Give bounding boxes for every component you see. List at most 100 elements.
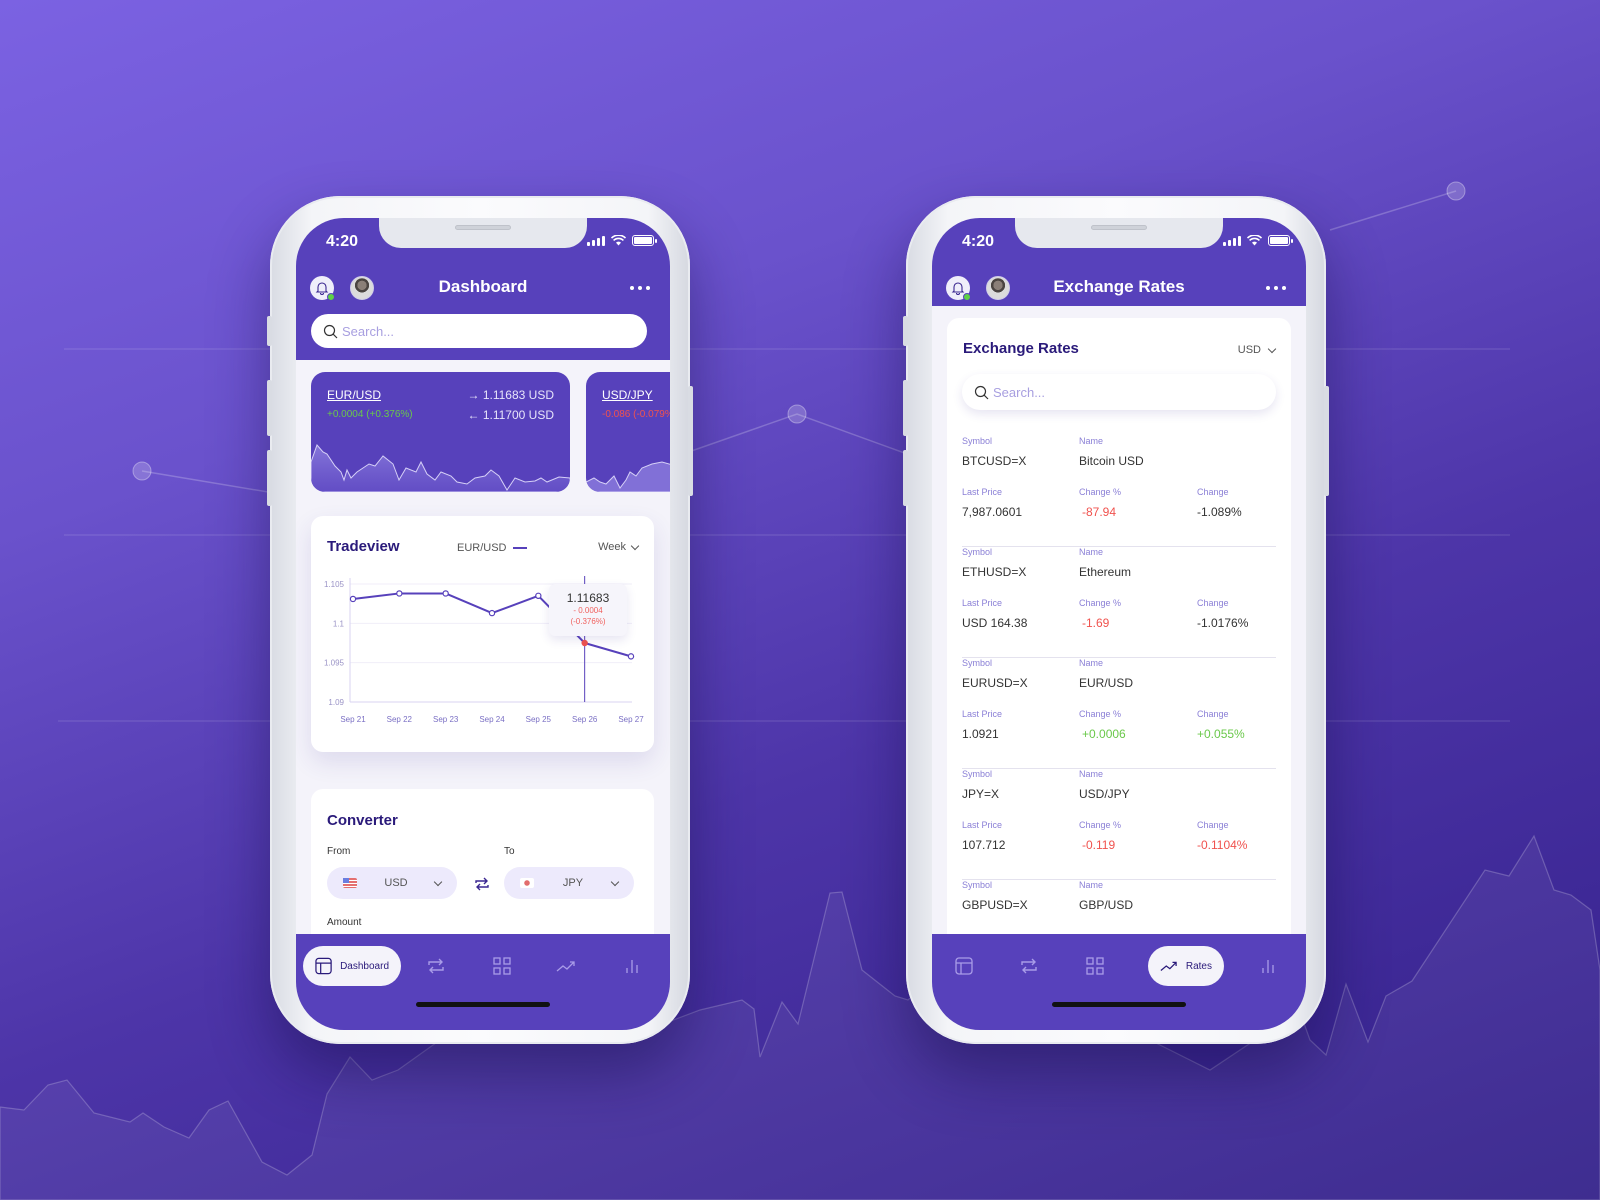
change-pct-value: -0.119	[1082, 838, 1116, 852]
chevron-down-icon	[433, 877, 443, 886]
x-tick-label: Sep 22	[387, 715, 413, 724]
change-label: Change	[1197, 820, 1229, 830]
name-label: Name	[1079, 547, 1104, 557]
y-tick-label: 1.1	[333, 619, 345, 628]
tooltip-change: - 0.0004	[573, 606, 603, 615]
change-pct-label: Change %	[1079, 709, 1122, 719]
change-pct-label: Change %	[1079, 487, 1122, 497]
name-value: Ethereum	[1079, 565, 1132, 579]
change-value: -1.089%	[1197, 505, 1242, 519]
y-tick-label: 1.09	[328, 698, 344, 707]
last-price-value: 1.0921	[962, 727, 999, 741]
signal-icon	[587, 235, 605, 246]
name-value: GBP/USD	[1079, 898, 1134, 912]
search-input[interactable]	[342, 323, 618, 339]
currency-dropdown[interactable]: USD	[1237, 344, 1277, 356]
tooltip-value: 1.11683	[566, 591, 610, 605]
last-price-label: Last Price	[962, 598, 1003, 608]
symbol-value: EURUSD=X	[962, 676, 1028, 690]
nav-stats[interactable]	[620, 946, 644, 986]
nav-dashboard[interactable]: Dashboard	[303, 946, 401, 986]
more-options-button[interactable]	[630, 286, 650, 290]
rate-row[interactable]: Symbol BTCUSD=X Name Bitcoin USD Last Price 7…	[962, 436, 1276, 547]
wifi-icon	[611, 235, 626, 246]
home-indicator[interactable]	[1052, 1002, 1186, 1007]
home-indicator[interactable]	[416, 1002, 550, 1007]
data-point	[488, 609, 496, 617]
bottom-nav: Rates	[932, 934, 1306, 1030]
change-value: -1.0176%	[1197, 616, 1249, 630]
nav-dashboard[interactable]	[952, 946, 976, 986]
nav-rates[interactable]	[554, 946, 578, 986]
nav-grid[interactable]	[1083, 946, 1107, 986]
y-tick-label: 1.095	[324, 659, 345, 668]
search-input[interactable]	[993, 384, 1250, 400]
search-field[interactable]	[962, 374, 1276, 410]
chevron-down-icon	[1267, 344, 1277, 353]
nav-exchange[interactable]	[424, 946, 448, 986]
rates-title: Exchange Rates	[963, 340, 1079, 357]
chart-legend: EUR/USD	[457, 542, 527, 554]
pair-name[interactable]: USD/JPY	[602, 388, 653, 402]
y-tick-label: 1.105	[324, 580, 345, 589]
trending-up-icon	[556, 961, 575, 972]
bar-chart-icon	[1262, 960, 1274, 973]
grid-icon	[1086, 957, 1104, 975]
converter-title: Converter	[327, 812, 398, 829]
pair-change: +0.0004 (+0.376%)	[327, 409, 413, 420]
pair-card-eurusd[interactable]: EUR/USD +0.0004 (+0.376%) → 1.11683 USD …	[311, 372, 570, 492]
nav-label: Dashboard	[340, 960, 389, 972]
bar-chart-icon	[626, 960, 638, 973]
nav-exchange[interactable]	[1017, 946, 1041, 986]
change-pct-label: Change %	[1079, 598, 1122, 608]
name-value: Bitcoin USD	[1079, 454, 1144, 468]
dashboard-icon	[955, 957, 973, 975]
exchange-icon	[428, 958, 444, 974]
change-value: +0.055%	[1197, 727, 1245, 741]
currency-label: USD	[1237, 344, 1261, 356]
phone-dashboard: 4:20 Dashboard Search... EUR/USD +0.0004…	[267, 196, 693, 1044]
symbol-value: BTCUSD=X	[962, 454, 1027, 468]
tradeview-card: Tradeview EUR/USD Week 1.105 1.1 1.095 1.09…	[311, 516, 654, 752]
pair-card-usdjpy[interactable]: USD/JPY -0.086 (-0.079%)	[586, 372, 670, 492]
symbol-label: Symbol	[962, 658, 993, 668]
to-currency-select[interactable]: JPY	[504, 867, 634, 899]
sparkline-eurusd	[311, 444, 570, 492]
notch	[1015, 218, 1223, 248]
legend-swatch	[512, 547, 527, 549]
sparkline-usdjpy	[586, 461, 670, 492]
x-tick-label: Sep 24	[479, 715, 505, 724]
chevron-down-icon	[630, 541, 640, 550]
data-point	[535, 592, 542, 599]
rate-row[interactable]: Symbol ETHUSD=X Name Ethereum Last Price USD …	[962, 547, 1276, 658]
rate-row[interactable]: Symbol JPY=X Name USD/JPY Last Price 107.712 C…	[962, 769, 1276, 880]
name-label: Name	[1079, 769, 1104, 779]
range-dropdown[interactable]: Week	[598, 541, 640, 553]
from-currency-select[interactable]: USD	[327, 867, 457, 899]
symbol-label: Symbol	[962, 769, 993, 779]
tooltip-change-pct: (-0.376%)	[570, 617, 606, 626]
highlight-point	[581, 639, 588, 647]
more-options-button[interactable]	[1266, 286, 1286, 290]
notch	[379, 218, 587, 248]
name-label: Name	[1079, 436, 1104, 446]
chart-tooltip: 1.11683 - 0.0004 (-0.376%)	[549, 584, 627, 636]
change-label: Change	[1197, 709, 1229, 719]
search-icon	[323, 324, 338, 338]
swap-currencies-icon[interactable]	[473, 875, 491, 893]
nav-rates[interactable]: Rates	[1148, 946, 1224, 986]
data-point	[349, 595, 357, 603]
nav-grid[interactable]	[490, 946, 514, 986]
chevron-down-icon	[610, 877, 620, 886]
symbol-label: Symbol	[962, 880, 993, 890]
search-field[interactable]	[311, 314, 647, 348]
change-value: -0.1104%	[1197, 838, 1248, 852]
last-price-value: 7,987.0601	[962, 505, 1023, 519]
last-price-label: Last Price	[962, 487, 1003, 497]
rate-row[interactable]: Symbol EURUSD=X Name EUR/USD Last Price 1.092…	[962, 658, 1276, 769]
nav-stats[interactable]	[1256, 946, 1280, 986]
symbol-label: Symbol	[962, 547, 993, 557]
change-pct-label: Change %	[1079, 820, 1122, 830]
pair-name[interactable]: EUR/USD	[327, 388, 381, 402]
wifi-icon	[1247, 235, 1262, 246]
